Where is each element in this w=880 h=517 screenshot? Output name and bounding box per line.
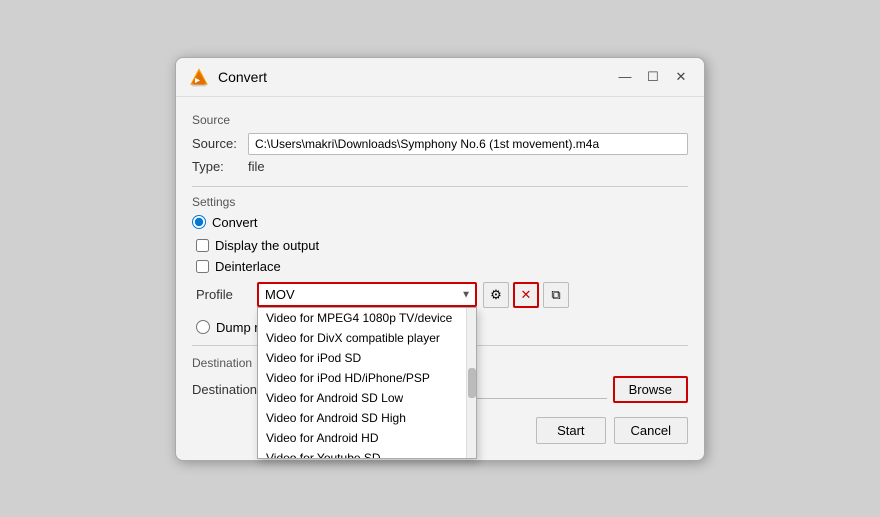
window-title: Convert: [218, 69, 267, 85]
profile-action-icons: ⚙ ✕ ⧉: [483, 282, 569, 308]
cancel-button[interactable]: Cancel: [614, 417, 688, 444]
deinterlace-row: Deinterlace: [196, 259, 688, 274]
profile-row: Profile MOV ▼ Video for MPEG4 1080p TV/d…: [196, 282, 688, 308]
maximize-button[interactable]: ☐: [642, 66, 664, 88]
list-item[interactable]: Video for DivX compatible player: [258, 328, 466, 348]
list-item[interactable]: Video for Youtube SD: [258, 448, 466, 458]
minimize-button[interactable]: —: [614, 66, 636, 88]
dump-raw-radio[interactable]: [196, 320, 210, 334]
type-value: file: [248, 159, 265, 174]
list-item[interactable]: Video for MPEG4 1080p TV/device: [258, 308, 466, 328]
svg-text:▶: ▶: [194, 76, 200, 83]
profile-clone-button[interactable]: ⧉: [543, 282, 569, 308]
clone-icon: ⧉: [551, 287, 560, 303]
profile-delete-button[interactable]: ✕: [513, 282, 539, 308]
divider-1: [192, 186, 688, 187]
scrollbar-thumb: [468, 368, 476, 398]
dropdown-scrollbar[interactable]: [466, 308, 476, 458]
deinterlace-label: Deinterlace: [215, 259, 281, 274]
settings-icon: ⚙: [490, 287, 502, 303]
convert-window: ▶ Convert — ☐ ✕ Source Source: C:\Users\…: [175, 57, 705, 461]
source-row: Source: C:\Users\makri\Downloads\Symphon…: [192, 133, 688, 155]
list-item[interactable]: Video for iPod HD/iPhone/PSP: [258, 368, 466, 388]
titlebar: ▶ Convert — ☐ ✕: [176, 58, 704, 97]
dropdown-scroll-wrapper: Video for MPEG4 1080p TV/device Video fo…: [258, 308, 476, 458]
vlc-icon: ▶: [188, 66, 210, 88]
source-key-label: Source:: [192, 136, 242, 151]
profile-select[interactable]: MOV: [257, 282, 477, 307]
display-output-label: Display the output: [215, 238, 319, 253]
close-button[interactable]: ✕: [670, 66, 692, 88]
convert-radio-row: Convert: [192, 215, 688, 230]
dropdown-list: Video for MPEG4 1080p TV/device Video fo…: [258, 308, 466, 458]
list-item[interactable]: Video for Android SD High: [258, 408, 466, 428]
convert-radio-label: Convert: [212, 215, 258, 230]
list-item[interactable]: Video for Android HD: [258, 428, 466, 448]
display-output-checkbox[interactable]: [196, 239, 209, 252]
titlebar-left: ▶ Convert: [188, 66, 267, 88]
list-item[interactable]: Video for iPod SD: [258, 348, 466, 368]
display-output-row: Display the output: [196, 238, 688, 253]
settings-section: Settings Convert Display the output Dein…: [192, 195, 688, 335]
profile-select-wrapper: MOV ▼ Video for MPEG4 1080p TV/device Vi…: [257, 282, 477, 307]
convert-radio[interactable]: [192, 215, 206, 229]
browse-button[interactable]: Browse: [613, 376, 688, 403]
profile-dropdown: Video for MPEG4 1080p TV/device Video fo…: [257, 307, 477, 459]
list-item[interactable]: Video for Android SD Low: [258, 388, 466, 408]
type-row: Type: file: [192, 159, 688, 174]
titlebar-controls: — ☐ ✕: [614, 66, 692, 88]
type-key-label: Type:: [192, 159, 242, 174]
source-section: Source Source: C:\Users\makri\Downloads\…: [192, 113, 688, 174]
dialog-content: Source Source: C:\Users\makri\Downloads\…: [176, 97, 704, 460]
profile-settings-button[interactable]: ⚙: [483, 282, 509, 308]
settings-label: Settings: [192, 195, 688, 209]
source-section-label: Source: [192, 113, 688, 127]
deinterlace-checkbox[interactable]: [196, 260, 209, 273]
delete-icon: ✕: [521, 287, 532, 303]
profile-label: Profile: [196, 287, 251, 302]
source-value: C:\Users\makri\Downloads\Symphony No.6 (…: [248, 133, 688, 155]
start-button[interactable]: Start: [536, 417, 605, 444]
